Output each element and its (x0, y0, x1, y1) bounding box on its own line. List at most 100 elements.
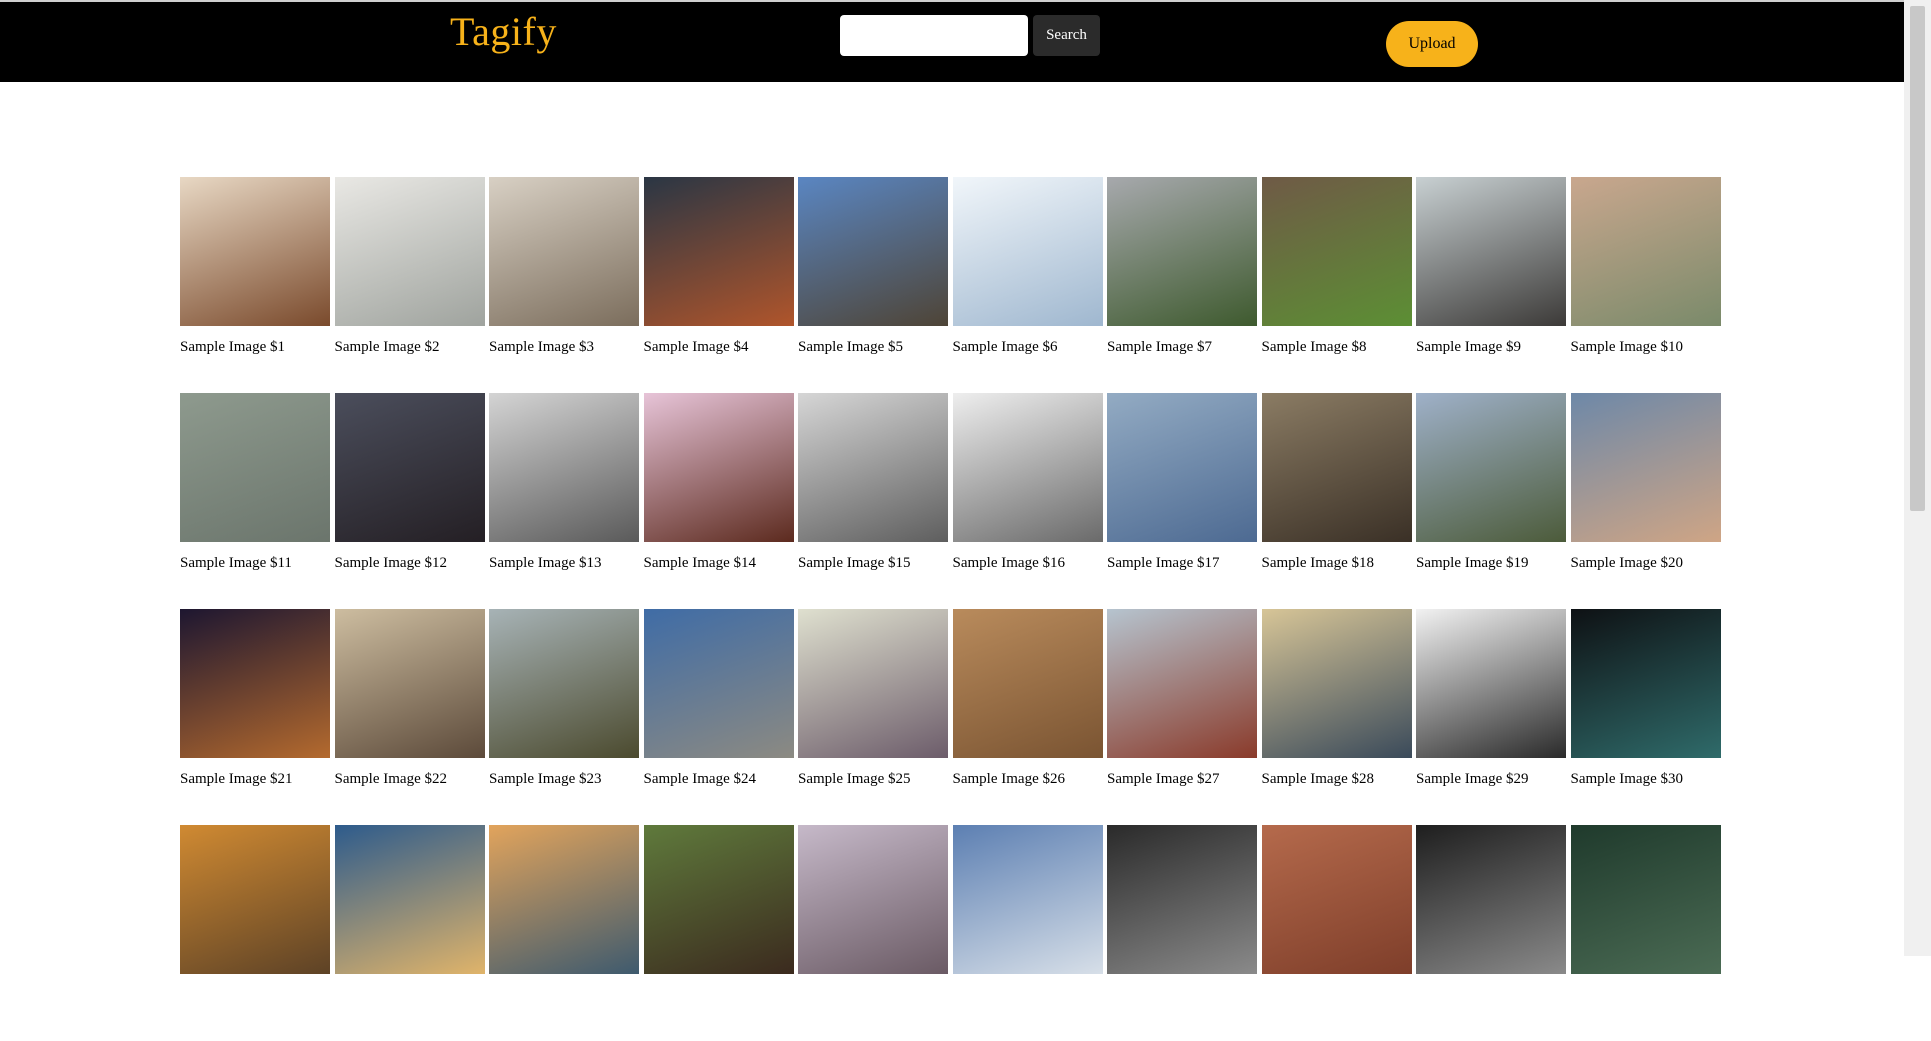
image-thumbnail[interactable] (1107, 177, 1257, 326)
image-thumbnail[interactable] (643, 393, 794, 542)
image-thumbnail[interactable] (1570, 177, 1721, 326)
image-card[interactable]: Sample Image $3 (489, 177, 639, 357)
image-card[interactable] (334, 825, 485, 1005)
image-card[interactable]: Sample Image $1 (180, 177, 330, 357)
image-card[interactable]: Sample Image $10 (1570, 177, 1721, 357)
image-thumbnail[interactable] (180, 393, 330, 542)
image-card[interactable] (1570, 825, 1721, 1005)
image-card[interactable]: Sample Image $9 (1416, 177, 1566, 357)
image-caption: Sample Image $24 (643, 771, 756, 787)
image-caption: Sample Image $18 (1261, 555, 1374, 571)
image-caption: Sample Image $9 (1416, 339, 1521, 355)
image-card[interactable]: Sample Image $13 (489, 393, 639, 573)
image-thumbnail[interactable] (952, 177, 1103, 326)
search-input[interactable] (840, 15, 1028, 56)
image-thumbnail[interactable] (952, 393, 1103, 542)
image-card[interactable]: Sample Image $22 (334, 609, 485, 789)
image-thumbnail[interactable] (180, 609, 330, 758)
vertical-scrollbar[interactable] (1904, 0, 1931, 956)
image-card[interactable]: Sample Image $11 (180, 393, 330, 573)
gallery-row (180, 825, 1721, 1005)
image-thumbnail[interactable] (1261, 393, 1412, 542)
image-card[interactable]: Sample Image $5 (798, 177, 948, 357)
image-thumbnail[interactable] (1261, 177, 1412, 326)
image-thumbnail[interactable] (1107, 393, 1257, 542)
image-thumbnail[interactable] (1416, 609, 1566, 758)
app-logo[interactable]: Tagify (450, 8, 557, 55)
image-thumbnail[interactable] (1570, 825, 1721, 974)
image-thumbnail[interactable] (334, 609, 485, 758)
upload-button[interactable]: Upload (1386, 21, 1478, 67)
image-card[interactable] (1107, 825, 1257, 1005)
image-caption: Sample Image $25 (798, 771, 911, 787)
image-caption: Sample Image $13 (489, 555, 602, 571)
image-thumbnail[interactable] (1416, 825, 1566, 974)
image-thumbnail[interactable] (643, 609, 794, 758)
image-thumbnail[interactable] (1416, 177, 1566, 326)
image-card[interactable]: Sample Image $29 (1416, 609, 1566, 789)
image-thumbnail[interactable] (798, 609, 948, 758)
image-thumbnail[interactable] (1261, 825, 1412, 974)
scrollbar-thumb[interactable] (1910, 6, 1925, 511)
image-card[interactable]: Sample Image $14 (643, 393, 794, 573)
image-card[interactable] (798, 825, 948, 1005)
image-card[interactable] (489, 825, 639, 1005)
image-card[interactable]: Sample Image $25 (798, 609, 948, 789)
image-card[interactable]: Sample Image $23 (489, 609, 639, 789)
image-caption: Sample Image $30 (1570, 771, 1683, 787)
image-thumbnail[interactable] (798, 177, 948, 326)
image-card[interactable] (643, 825, 794, 1005)
image-thumbnail[interactable] (489, 825, 639, 974)
image-caption: Sample Image $8 (1261, 339, 1367, 355)
image-card[interactable]: Sample Image $12 (334, 393, 485, 573)
image-thumbnail[interactable] (334, 825, 485, 974)
image-card[interactable]: Sample Image $7 (1107, 177, 1257, 357)
image-card[interactable]: Sample Image $2 (334, 177, 485, 357)
image-caption: Sample Image $12 (334, 555, 447, 571)
search-button[interactable]: Search (1033, 15, 1100, 56)
image-thumbnail[interactable] (798, 393, 948, 542)
image-card[interactable]: Sample Image $19 (1416, 393, 1566, 573)
image-thumbnail[interactable] (1570, 609, 1721, 758)
image-thumbnail[interactable] (1107, 609, 1257, 758)
image-card[interactable]: Sample Image $20 (1570, 393, 1721, 573)
image-card[interactable]: Sample Image $17 (1107, 393, 1257, 573)
image-card[interactable]: Sample Image $27 (1107, 609, 1257, 789)
image-thumbnail[interactable] (1107, 825, 1257, 974)
image-thumbnail[interactable] (798, 825, 948, 974)
image-card[interactable]: Sample Image $4 (643, 177, 794, 357)
image-thumbnail[interactable] (643, 825, 794, 974)
image-card[interactable]: Sample Image $6 (952, 177, 1103, 357)
image-thumbnail[interactable] (1570, 393, 1721, 542)
image-card[interactable]: Sample Image $15 (798, 393, 948, 573)
image-card[interactable] (1416, 825, 1566, 1005)
image-card[interactable] (952, 825, 1103, 1005)
image-thumbnail[interactable] (1416, 393, 1566, 542)
image-caption: Sample Image $21 (180, 771, 293, 787)
image-thumbnail[interactable] (334, 393, 485, 542)
image-thumbnail[interactable] (489, 393, 639, 542)
image-caption: Sample Image $17 (1107, 555, 1220, 571)
image-card[interactable]: Sample Image $8 (1261, 177, 1412, 357)
image-thumbnail[interactable] (1261, 609, 1412, 758)
image-card[interactable]: Sample Image $18 (1261, 393, 1412, 573)
image-caption: Sample Image $20 (1570, 555, 1683, 571)
image-card[interactable]: Sample Image $24 (643, 609, 794, 789)
image-thumbnail[interactable] (952, 609, 1103, 758)
image-thumbnail[interactable] (489, 609, 639, 758)
image-caption: Sample Image $19 (1416, 555, 1529, 571)
image-card[interactable]: Sample Image $16 (952, 393, 1103, 573)
image-card[interactable]: Sample Image $30 (1570, 609, 1721, 789)
image-thumbnail[interactable] (643, 177, 794, 326)
image-card[interactable]: Sample Image $28 (1261, 609, 1412, 789)
image-thumbnail[interactable] (334, 177, 485, 326)
image-thumbnail[interactable] (180, 825, 330, 974)
image-card[interactable] (180, 825, 330, 1005)
image-thumbnail[interactable] (952, 825, 1103, 974)
image-card[interactable]: Sample Image $26 (952, 609, 1103, 789)
image-caption (335, 987, 485, 1005)
image-thumbnail[interactable] (489, 177, 639, 326)
image-thumbnail[interactable] (180, 177, 330, 326)
image-card[interactable] (1261, 825, 1412, 1005)
image-card[interactable]: Sample Image $21 (180, 609, 330, 789)
